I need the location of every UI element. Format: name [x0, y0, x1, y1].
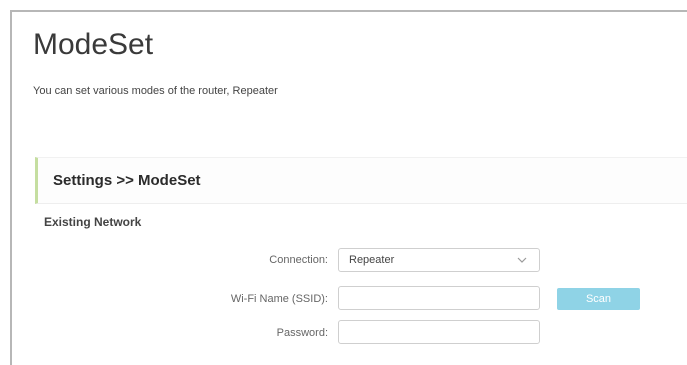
existing-network-title: Existing Network	[44, 215, 142, 229]
ssid-label: Wi-Fi Name (SSID):	[230, 293, 328, 305]
page-description: You can set various modes of the router,…	[33, 85, 278, 97]
page-title: ModeSet	[33, 28, 154, 61]
connection-select[interactable]: Repeater	[338, 248, 540, 272]
connection-selected-value: Repeater	[349, 254, 395, 266]
password-input[interactable]	[338, 320, 540, 344]
section-header: Settings >> ModeSet	[35, 157, 687, 204]
connection-label: Connection:	[269, 254, 328, 266]
chevron-down-icon	[517, 257, 527, 263]
password-label: Password:	[276, 327, 328, 339]
scan-button[interactable]: Scan	[557, 288, 640, 310]
section-title: Settings >> ModeSet	[53, 172, 201, 189]
ssid-input[interactable]	[338, 286, 540, 310]
